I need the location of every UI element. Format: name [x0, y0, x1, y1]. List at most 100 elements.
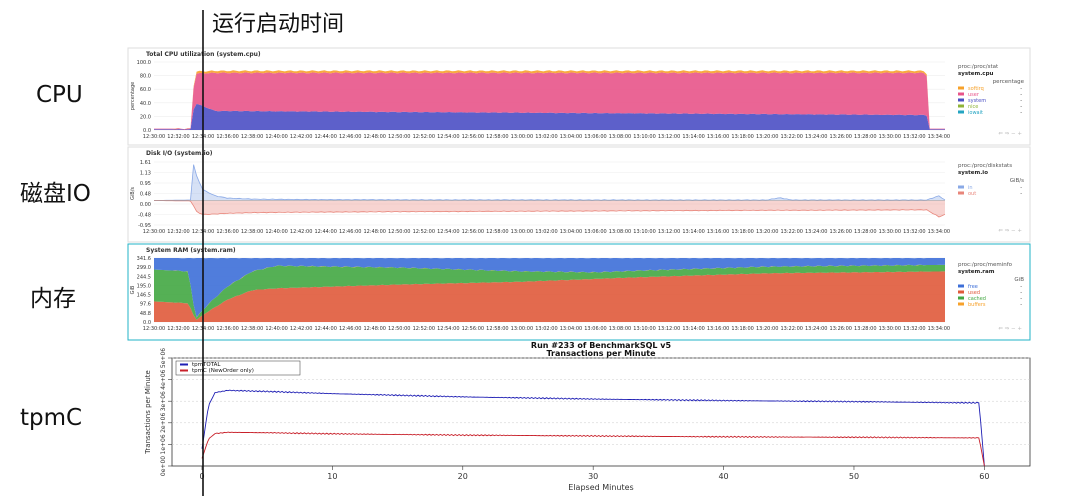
legend-swatch-iowait: [958, 110, 964, 114]
x-tick-label: 12:42:00: [290, 326, 312, 332]
x-tick-label: 12:52:00: [413, 326, 435, 332]
x-tick-label: 12:44:00: [314, 134, 336, 140]
x-tick-label: 13:12:00: [658, 326, 680, 332]
x-tick-label: 13:00:00: [511, 326, 533, 332]
x-tick-label: 13:18:00: [731, 134, 753, 140]
x-tick-label: 12:32:00: [167, 134, 189, 140]
y-tick-label: 60.0: [140, 87, 151, 93]
x-tick-label: 12:46:00: [339, 229, 361, 235]
x-tick-label: 13:32:00: [903, 134, 925, 140]
panel-frame-1: [127, 146, 1031, 243]
x-tick-label: 13:32:00: [903, 326, 925, 332]
x-tick-label: 13:00:00: [511, 134, 533, 140]
tpmc-y-tick-label: 0e+00: [160, 456, 167, 476]
y-tick-label: 48.8: [140, 311, 151, 317]
x-tick-label: 13:24:00: [805, 134, 827, 140]
x-tick-label: 12:32:00: [167, 326, 189, 332]
x-tick-label: 12:36:00: [216, 134, 238, 140]
legend-value-iowait: -: [1020, 110, 1022, 116]
legend-unit: percentage: [993, 79, 1025, 85]
panel-toolbar: ⇐ ⇒ − +: [998, 326, 1022, 332]
y-tick-label: 146.5: [137, 293, 151, 299]
x-tick-label: 12:38:00: [241, 229, 263, 235]
legend-swatch-free: [958, 284, 964, 288]
x-tick-label: 13:10:00: [633, 134, 655, 140]
legend-swatch-softirq: [958, 86, 964, 90]
panel-toolbar: ⇐ ⇒ − +: [998, 228, 1022, 234]
y-tick-label: 20.0: [140, 114, 151, 120]
x-tick-label: 13:06:00: [584, 229, 606, 235]
x-tick-label: 13:04:00: [560, 326, 582, 332]
x-tick-label: 12:46:00: [339, 134, 361, 140]
x-tick-label: 13:16:00: [707, 134, 729, 140]
legend-chart-name: system.cpu: [958, 71, 994, 77]
x-tick-label: 12:30:00: [143, 134, 165, 140]
x-tick-label: 12:50:00: [388, 134, 410, 140]
x-tick-label: 12:42:00: [290, 134, 312, 140]
y-tick-label: 299.0: [137, 265, 151, 271]
x-tick-label: 12:50:00: [388, 229, 410, 235]
x-tick-label: 13:26:00: [830, 229, 852, 235]
y-tick-label: 244.5: [137, 274, 151, 280]
tpmc-x-axis-label: Elapsed Minutes: [568, 483, 633, 492]
x-tick-label: 12:50:00: [388, 326, 410, 332]
x-tick-label: 13:26:00: [830, 134, 852, 140]
x-tick-label: 13:28:00: [854, 134, 876, 140]
x-tick-label: 12:32:00: [167, 229, 189, 235]
x-tick-label: 13:10:00: [633, 326, 655, 332]
x-tick-label: 13:06:00: [584, 134, 606, 140]
legend-swatch-buffers: [958, 302, 964, 306]
y-tick-label: 40.0: [140, 101, 151, 107]
y-tick-label: 97.6: [140, 302, 151, 308]
legend-swatch-user: [958, 92, 964, 96]
x-tick-label: 13:04:00: [560, 229, 582, 235]
tpmc-x-tick-label: 40: [718, 472, 728, 481]
panel-toolbar: ⇐ ⇒ − +: [998, 131, 1022, 137]
x-tick-label: 12:58:00: [486, 326, 508, 332]
legend-value-out: -: [1020, 191, 1022, 197]
y-tick-label: 341.6: [137, 256, 151, 262]
x-tick-label: 13:00:00: [511, 229, 533, 235]
x-tick-label: 12:52:00: [413, 229, 435, 235]
x-tick-label: 12:48:00: [364, 134, 386, 140]
x-tick-label: 12:36:00: [216, 326, 238, 332]
tpmc-x-tick-label: 30: [588, 472, 598, 481]
x-tick-label: 13:32:00: [903, 229, 925, 235]
legend-label-buffers: buffers: [968, 302, 986, 308]
x-tick-label: 13:06:00: [584, 326, 606, 332]
x-tick-label: 13:20:00: [756, 229, 778, 235]
x-tick-label: 12:48:00: [364, 326, 386, 332]
x-tick-label: 12:38:00: [241, 134, 263, 140]
x-tick-label: 13:08:00: [609, 229, 631, 235]
x-tick-label: 12:56:00: [462, 134, 484, 140]
x-tick-label: 13:14:00: [682, 134, 704, 140]
x-tick-label: 13:22:00: [780, 326, 802, 332]
x-tick-label: 13:14:00: [682, 326, 704, 332]
tpmc-y-tick-label: 2e+06: [160, 413, 167, 433]
x-tick-label: 13:08:00: [609, 134, 631, 140]
x-tick-label: 13:28:00: [854, 326, 876, 332]
x-tick-label: 12:58:00: [486, 134, 508, 140]
x-tick-label: 13:26:00: [830, 326, 852, 332]
legend-unit: GiB/s: [1010, 178, 1024, 184]
tpmc-y-tick-label: 1e+06: [160, 434, 167, 454]
charts-canvas: Total CPU utilization (system.cpu)100.08…: [127, 10, 1031, 496]
legend-chart-name: system.ram: [958, 269, 995, 275]
legend-source: proc:/proc/stat: [958, 64, 999, 70]
x-tick-label: 12:38:00: [241, 326, 263, 332]
x-tick-label: 13:34:00: [928, 134, 950, 140]
x-tick-label: 12:30:00: [143, 229, 165, 235]
x-tick-label: 13:02:00: [535, 229, 557, 235]
tpmc-x-tick-label: 10: [327, 472, 337, 481]
y-tick-label: 80.0: [140, 74, 151, 80]
x-tick-label: 13:20:00: [756, 326, 778, 332]
x-tick-label: 12:56:00: [462, 326, 484, 332]
y-tick-label: 1.13: [140, 171, 151, 177]
y-tick-label: 0.95: [140, 181, 151, 187]
x-tick-label: 13:18:00: [731, 229, 753, 235]
x-tick-label: 13:16:00: [707, 229, 729, 235]
y-tick-label: 1.61: [140, 160, 151, 166]
x-tick-label: 13:34:00: [928, 326, 950, 332]
x-tick-label: 13:18:00: [731, 326, 753, 332]
y-tick-label: 0.00: [140, 202, 151, 208]
